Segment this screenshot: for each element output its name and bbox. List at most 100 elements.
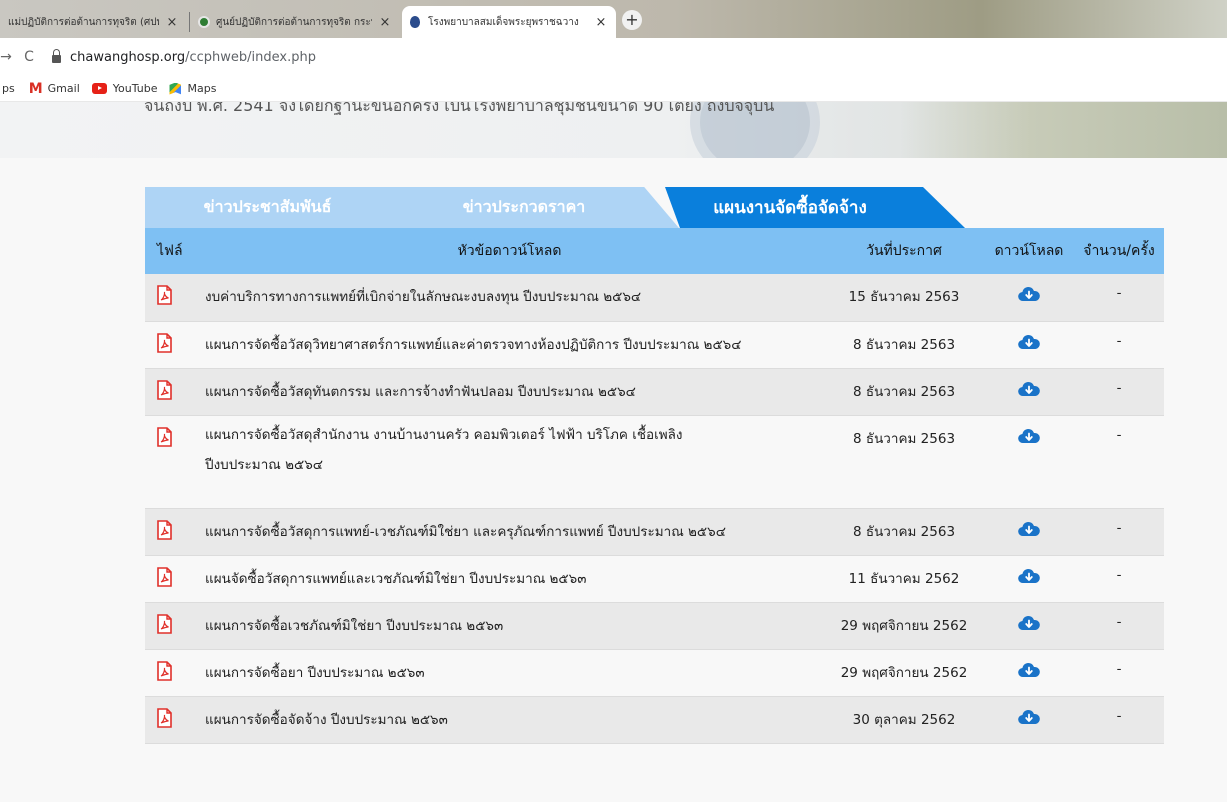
pdf-icon[interactable] [157,566,172,587]
row-date: 30 ตุลาคม 2562 [852,711,956,728]
tab-procurement-plan[interactable]: แผนงานจัดซื้อจัดจ้าง [665,187,965,228]
pdf-icon[interactable] [157,660,172,681]
row-title[interactable]: แผนการจัดซื้อยา ปีงบประมาณ ๒๕๖๓ [195,649,824,696]
cloud-download-icon[interactable] [1018,427,1040,445]
cloud-download-icon[interactable] [1018,567,1040,585]
pdf-icon[interactable] [157,332,172,353]
browser-toolbar: → C chawanghosp.org/ccphweb/index.php [0,38,1227,76]
bookmark-apps[interactable]: ps [2,82,15,95]
cloud-download-icon[interactable] [1018,285,1040,303]
row-count: - [1116,707,1122,724]
bookmark-gmail-label: Gmail [47,82,80,95]
download-cell [984,368,1074,415]
pdf-icon[interactable] [157,707,172,728]
bookmark-youtube-label: YouTube [112,82,158,95]
tab-procurement-plan-label: แผนงานจัดซื้อจัดจ้าง [713,198,867,218]
file-cell [145,321,195,368]
tab-news[interactable]: ข่าวประชาสัมพันธ์ [145,187,430,228]
download-cell [984,274,1074,321]
download-cell [984,321,1074,368]
table-header-row: ไฟล์ หัวข้อดาวน์โหลด วันที่ประกาศ ดาวน์โ… [145,228,1164,274]
lock-icon[interactable] [52,49,61,63]
hero-background-image [900,102,1227,158]
download-cell [984,555,1074,602]
header-count: จำนวน/ครั้ง [1083,243,1155,259]
cloud-download-icon[interactable] [1018,661,1040,679]
file-cell [145,508,195,555]
close-tab-3-icon[interactable]: × [594,15,608,30]
row-count: - [1116,379,1122,396]
file-cell [145,696,195,743]
row-date: 8 ธันวาคม 2563 [852,430,956,447]
cloud-download-icon[interactable] [1018,614,1040,632]
pdf-icon[interactable] [157,379,172,400]
file-cell [145,602,195,649]
header-title: หัวข้อดาวน์โหลด [457,243,562,259]
new-tab-button[interactable]: + [622,10,642,30]
url-path: /ccphweb/index.php [185,49,316,65]
downloads-table: ไฟล์ หัวข้อดาวน์โหลด วันที่ประกาศ ดาวน์โ… [145,228,1164,744]
pdf-icon[interactable] [157,426,172,447]
row-title[interactable]: แผนการจัดซื้อวัสดุการแพทย์-เวชภัณฑ์มิใช่… [195,508,824,555]
hospital-favicon-icon [410,16,420,28]
bookmark-maps[interactable]: Maps [169,82,216,95]
bookmark-gmail[interactable]: M Gmail [29,81,80,97]
browser-tab-1[interactable]: แม่ปฏิบัติการต่อต้านการทุจริต (ศปท.) × [0,6,187,38]
bookmark-youtube[interactable]: YouTube [91,82,158,95]
main-content: ข่าวประชาสัมพันธ์ ข่าวประกวดราคา แผนงานจ… [0,158,1227,802]
hero-banner: จนถึงปี พ.ศ. 2541 จึงได้ยกฐานะขึ้นอีกครั… [0,102,1227,158]
row-title[interactable]: แผนการจัดซื้อจัดจ้าง ปีงบประมาณ ๒๕๖๓ [195,696,824,743]
table-row: แผนการจัดซื้อวัสดุสำนักงาน งานบ้านงานครั… [145,415,1164,508]
browser-tab-2[interactable]: ศูนย์ปฏิบัติการต่อต้านการทุจริต กระท × [190,6,400,38]
file-cell [145,555,195,602]
hero-text: จนถึงปี พ.ศ. 2541 จึงได้ยกฐานะขึ้นอีกครั… [144,102,775,115]
row-date: 29 พฤศจิกายน 2562 [840,664,968,681]
browser-tab-strip: แม่ปฏิบัติการต่อต้านการทุจริต (ศปท.) × ศ… [0,0,1227,38]
row-count: - [1116,426,1122,443]
table-row: แผนการจัดซื้อจัดจ้าง ปีงบประมาณ ๒๕๖๓ 30 … [145,696,1164,743]
cloud-download-icon[interactable] [1018,708,1040,726]
header-date: วันที่ประกาศ [866,243,942,259]
bookmark-maps-label: Maps [187,82,217,95]
row-count: - [1116,519,1122,536]
gmail-icon: M [28,80,43,97]
close-tab-2-icon[interactable]: × [378,15,392,30]
row-count: - [1116,332,1122,349]
row-title[interactable]: งบค่าบริการทางการแพทย์ที่เบิกจ่ายในลักษณ… [195,274,824,321]
row-title[interactable]: แผนจัดซื้อวัสดุการแพทย์และเวชภัณฑ์มิใช่ย… [195,555,824,602]
row-date: 29 พฤศจิกายน 2562 [840,617,968,634]
category-tabs: ข่าวประชาสัมพันธ์ ข่าวประกวดราคา แผนงานจ… [145,187,1164,228]
table-row: แผนการจัดซื้อวัสดุทันตกรรม และการจ้างทำฟ… [145,368,1164,415]
row-count: - [1116,566,1122,583]
row-title[interactable]: แผนการจัดซื้อวัสดุสำนักงาน งานบ้านงานครั… [195,415,824,508]
pdf-icon[interactable] [157,285,172,305]
browser-tab-3-title: โรงพยาบาลสมเด็จพระยุพราชฉวาง [428,16,579,28]
bookmarks-bar: ps M Gmail YouTube Maps [0,76,1227,102]
row-count: - [1116,660,1122,677]
download-cell [984,508,1074,555]
browser-tab-1-title: แม่ปฏิบัติการต่อต้านการทุจริต (ศปท.) [8,16,159,28]
row-title[interactable]: แผนการจัดซื้อวัสดุวิทยาศาสตร์การแพทย์และ… [195,321,824,368]
forward-arrow-icon[interactable]: → [0,49,12,65]
browser-tab-2-title: ศูนย์ปฏิบัติการต่อต้านการทุจริต กระท [216,16,372,28]
cloud-download-icon[interactable] [1018,380,1040,398]
cloud-download-icon[interactable] [1018,333,1040,351]
browser-tab-3-active[interactable]: โรงพยาบาลสมเด็จพระยุพราชฉวาง × [402,6,616,38]
file-cell [145,274,195,321]
pdf-icon[interactable] [157,519,172,540]
tab-bidding-news[interactable]: ข่าวประกวดราคา [389,187,679,228]
reload-icon[interactable]: C [16,49,42,65]
maps-icon [169,82,182,95]
table-body: งบค่าบริการทางการแพทย์ที่เบิกจ่ายในลักษณ… [145,274,1164,743]
address-bar[interactable]: chawanghosp.org/ccphweb/index.php [70,50,316,65]
close-tab-1-icon[interactable]: × [165,15,179,30]
download-cell [984,696,1074,743]
tab-bidding-news-label: ข่าวประกวดราคา [462,197,586,216]
row-title[interactable]: แผนการจัดซื้อเวชภัณฑ์มิใช่ยา ปีงบประมาณ … [195,602,824,649]
tab-news-label: ข่าวประชาสัมพันธ์ [203,197,332,216]
row-date: 8 ธันวาคม 2563 [852,523,956,540]
table-row: แผนการจัดซื้อเวชภัณฑ์มิใช่ยา ปีงบประมาณ … [145,602,1164,649]
pdf-icon[interactable] [157,613,172,634]
row-title[interactable]: แผนการจัดซื้อวัสดุทันตกรรม และการจ้างทำฟ… [195,368,824,415]
cloud-download-icon[interactable] [1018,520,1040,538]
